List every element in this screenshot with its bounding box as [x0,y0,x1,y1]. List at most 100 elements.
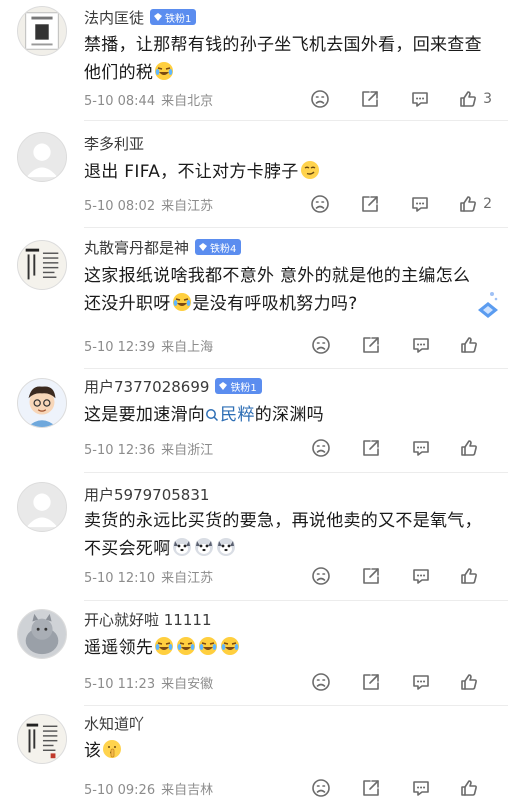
laugh-cry-emoji [198,636,218,656]
thumbs-up-icon[interactable] [458,194,478,214]
comment-time: 5-10 08:44 [84,93,156,109]
comment-location: 来自江苏 [161,198,214,214]
username[interactable]: 用户5979705831 [84,484,209,505]
smirk-emoji [300,160,320,180]
comment-text: 这是要加速滑向 民粹的深渊吗 [84,401,484,429]
share-icon[interactable] [361,566,381,586]
badge-label: 铁粉1 [165,13,192,25]
comment-bubble-icon[interactable] [411,566,431,586]
comment-actions [281,671,492,693]
share-icon[interactable] [360,89,380,109]
comment-location: 来自浙江 [161,442,214,458]
comment-text-content: 禁播，让那帮有钱的孙子坐飞机去国外看，回来查查他们的税 [84,35,482,83]
username[interactable]: 水知道吖 [84,713,144,734]
laugh-cry-emoji [172,292,192,312]
divider [84,227,508,228]
thumbs-up-icon[interactable] [459,778,479,798]
username[interactable]: 开心就好啦 11111 [84,609,212,630]
frown-face-icon[interactable] [310,89,330,109]
comment-text: 该 [84,737,484,765]
laugh-cry-emoji [154,636,174,656]
diamond-icon [154,13,163,21]
avatar[interactable] [17,482,67,532]
frown-face-icon[interactable] [311,438,331,458]
comment-location: 来自吉林 [161,782,214,798]
comment-text: 遥遥领先 [84,634,484,662]
comment-bubble-icon[interactable] [410,194,430,214]
share-icon[interactable] [361,778,381,798]
avatar[interactable] [17,6,67,56]
comment-text-content: 退出 FIFA，不让对方卡脖子 [84,162,299,182]
comment-actions: 3 [280,88,492,110]
username[interactable]: 用户7377028699 [84,376,209,397]
laugh-cry-emoji [154,61,174,81]
username-row: 法内匡徒 铁粉1 [84,7,197,28]
frown-face-icon[interactable] [311,778,331,798]
diamond-icon [199,243,208,251]
share-icon[interactable] [361,672,381,692]
husky-emoji [216,537,236,557]
like-button[interactable] [459,672,492,692]
frown-face-icon[interactable] [311,566,331,586]
comment-meta: 5-10 08:02 来自江苏 2 [84,193,508,215]
comment-text-content: 是没有呼吸机努力吗? [192,294,358,314]
username[interactable]: 李多利亚 [84,133,144,154]
comment-time: 5-10 12:36 [84,442,156,458]
thumbs-up-icon[interactable] [459,672,479,692]
like-count: 3 [483,91,492,107]
share-icon[interactable] [360,194,380,214]
avatar[interactable] [17,240,67,290]
like-button[interactable] [459,335,492,355]
share-icon[interactable] [361,335,381,355]
laugh-cry-emoji [220,636,240,656]
share-icon[interactable] [361,438,381,458]
comment-bubble-icon[interactable] [411,778,431,798]
avatar[interactable] [17,378,67,428]
comment-bubble-icon[interactable] [411,438,431,458]
username-row: 用户5979705831 [84,484,209,504]
username-row: 李多利亚 [84,133,144,153]
frown-face-icon[interactable] [310,194,330,214]
frown-face-icon[interactable] [311,335,331,355]
avatar[interactable] [17,609,67,659]
thumbs-up-icon[interactable] [459,566,479,586]
username[interactable]: 丸散膏丹都是神 [84,237,189,258]
like-button[interactable]: 2 [458,194,492,214]
comment-meta: 5-10 08:44 来自北京 3 [84,88,508,110]
topic-link-label[interactable]: 民粹 [220,405,255,425]
avatar[interactable] [17,132,67,182]
comment-bubble-icon[interactable] [410,89,430,109]
floating-assistant-icon[interactable] [474,290,502,326]
divider [84,705,508,706]
like-button[interactable] [459,438,492,458]
thumbs-up-icon[interactable] [458,89,478,109]
divider [84,472,508,473]
avatar[interactable] [17,714,67,764]
fan-badge: 铁粉4 [195,239,242,255]
comment-bubble-icon[interactable] [411,335,431,355]
comment-time: 5-10 11:23 [84,676,156,692]
comment-time: 5-10 08:02 [84,198,156,214]
comment-meta: 5-10 11:23 来自安徽 [84,671,508,693]
comment-text-content: 卖货的永远比买货的要急，再说他卖的又不是氧气，不买会死啊 [84,511,482,559]
comment-bubble-icon[interactable] [411,672,431,692]
comment-text: 禁播，让那帮有钱的孙子坐飞机去国外看，回来查查他们的税 [84,31,484,87]
like-button[interactable] [459,778,492,798]
thumbs-up-icon[interactable] [459,335,479,355]
diamond-icon [219,382,228,390]
badge-label: 铁粉4 [210,243,237,255]
thumbs-up-icon[interactable] [459,438,479,458]
like-button[interactable] [459,566,492,586]
topic-link[interactable]: 民粹 [205,405,255,425]
username[interactable]: 法内匡徒 [84,7,144,28]
comment-meta: 5-10 09:26 来自吉林 [84,777,508,799]
search-icon [206,409,219,422]
divider [84,368,508,369]
comment-actions [281,334,492,356]
comment-actions [281,565,492,587]
frown-face-icon[interactable] [311,672,331,692]
fan-badge: 铁粉1 [150,9,197,25]
like-button[interactable]: 3 [458,89,492,109]
husky-emoji [194,537,214,557]
comment-location: 来自江苏 [161,570,214,586]
